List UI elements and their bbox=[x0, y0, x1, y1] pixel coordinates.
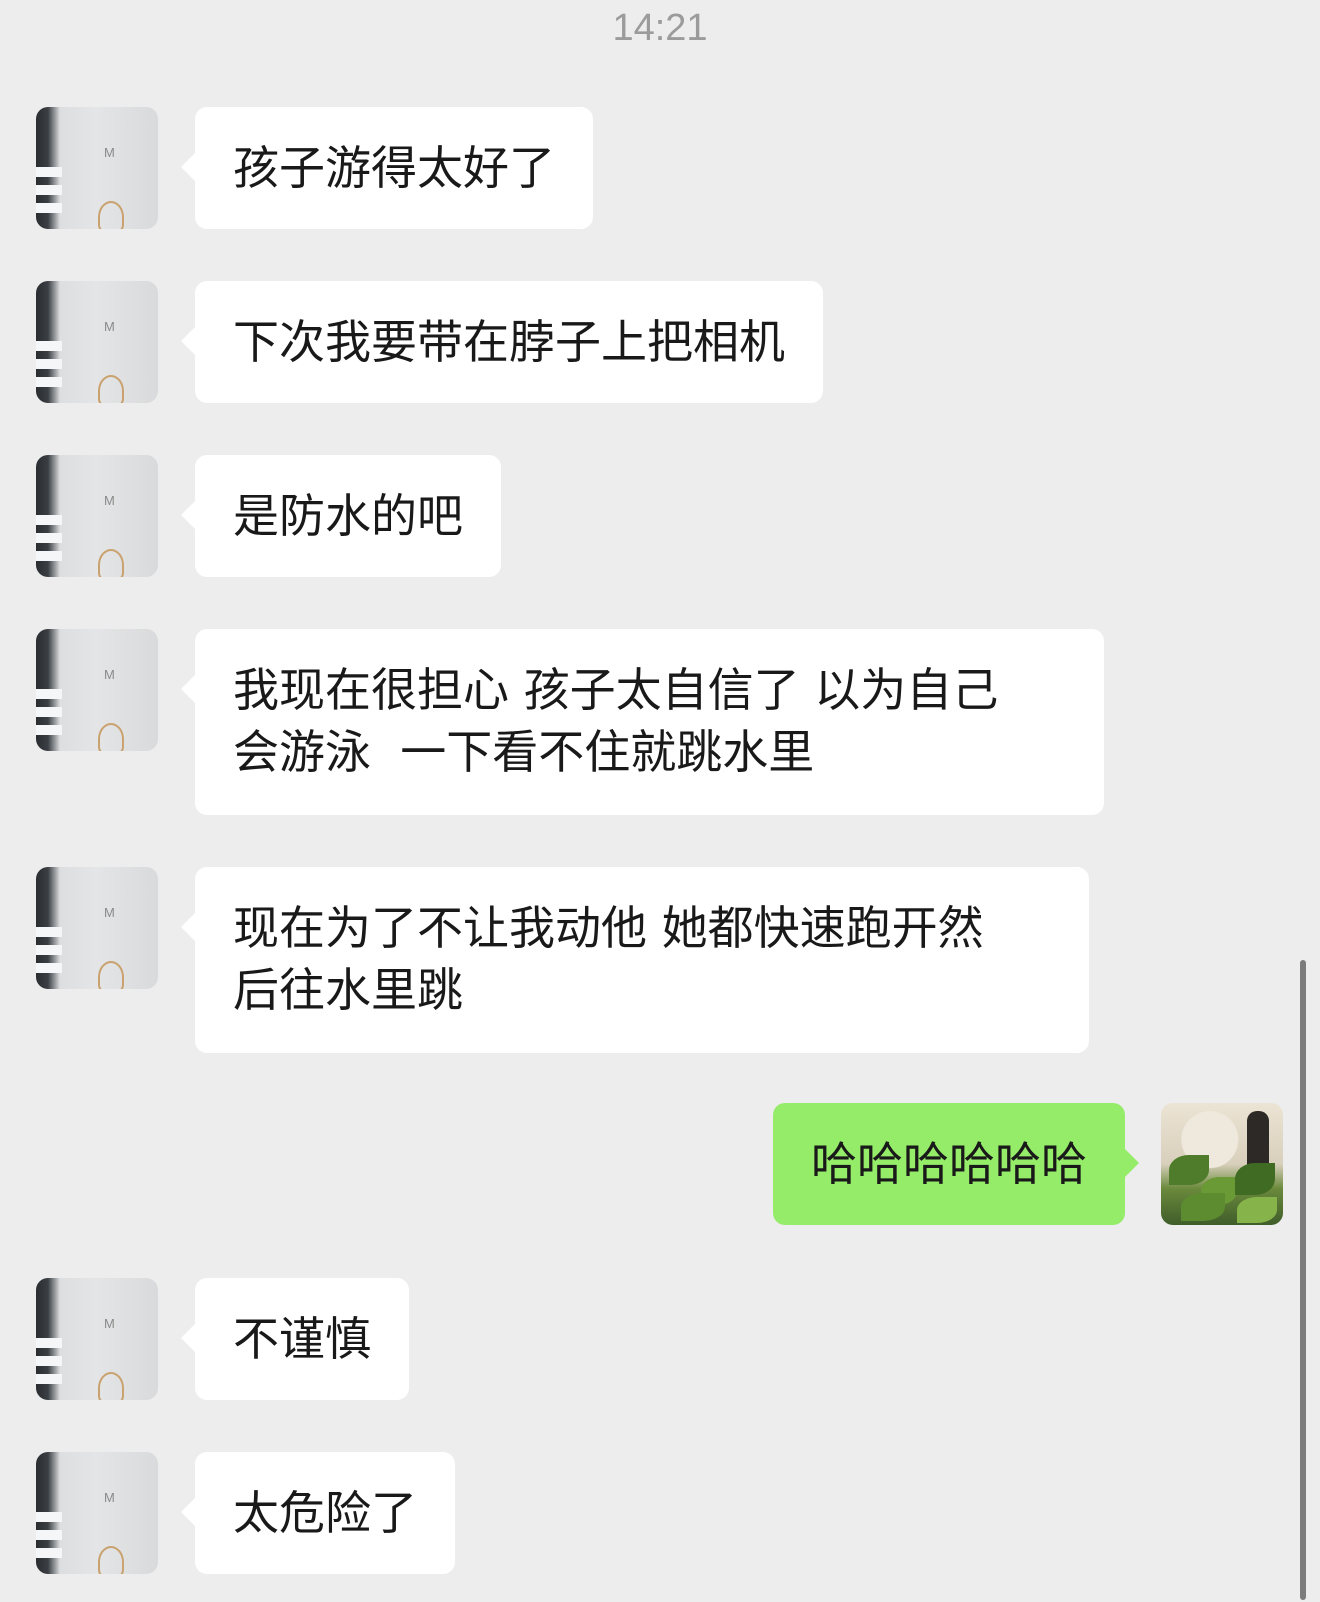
message-bubble[interactable]: 孩子游得太好了 bbox=[181, 107, 593, 229]
message-bubble-sent[interactable]: 哈哈哈哈哈哈 bbox=[773, 1103, 1139, 1225]
avatar-letter: M bbox=[104, 905, 115, 920]
avatar-letter: M bbox=[104, 145, 115, 160]
contact-avatar[interactable]: M bbox=[36, 629, 158, 751]
avatar-letter: M bbox=[104, 493, 115, 508]
contact-avatar[interactable]: M bbox=[36, 1452, 158, 1574]
contact-avatar[interactable]: M bbox=[36, 107, 158, 229]
contact-avatar[interactable]: M bbox=[36, 867, 158, 989]
contact-avatar[interactable]: M bbox=[36, 281, 158, 403]
contact-avatar[interactable]: M bbox=[36, 455, 158, 577]
message-bubble[interactable]: 不谨慎 bbox=[181, 1278, 409, 1400]
avatar-letter: M bbox=[104, 667, 115, 682]
message-bubble[interactable]: 现在为了不让我动他 她都快速跑开然 后往水里跳 bbox=[181, 867, 1089, 1053]
my-avatar[interactable] bbox=[1161, 1103, 1283, 1225]
chat-timestamp: 14:21 bbox=[612, 7, 708, 49]
avatar-letter: M bbox=[104, 319, 115, 334]
message-bubble[interactable]: 是防水的吧 bbox=[181, 455, 501, 577]
message-bubble[interactable]: 我现在很担心 孩子太自信了 以为自己 会游泳 一下看不住就跳水里 bbox=[181, 629, 1104, 815]
scrollbar[interactable] bbox=[1300, 960, 1306, 1600]
contact-avatar[interactable]: M bbox=[36, 1278, 158, 1400]
avatar-letter: M bbox=[104, 1490, 115, 1505]
message-bubble[interactable]: 太危险了 bbox=[181, 1452, 455, 1574]
avatar-letter: M bbox=[104, 1316, 115, 1331]
message-bubble[interactable]: 下次我要带在脖子上把相机 bbox=[181, 281, 823, 403]
